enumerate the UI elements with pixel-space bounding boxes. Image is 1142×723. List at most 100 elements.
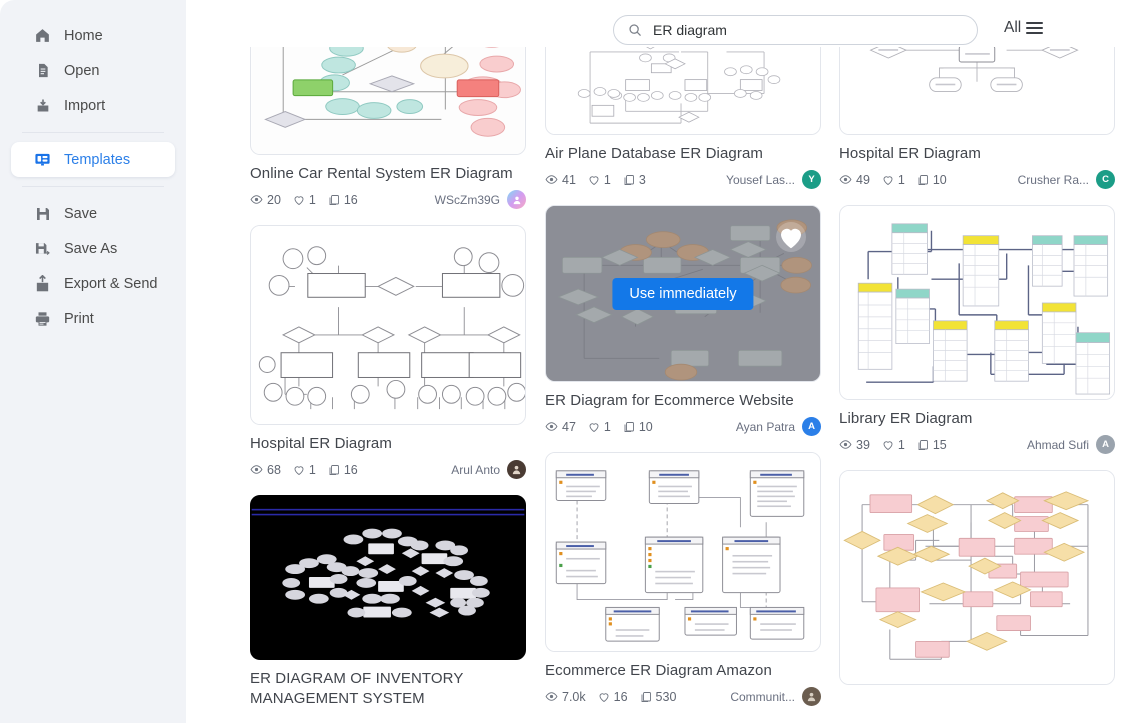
templates-icon [34,151,51,168]
hospital-er-light-thumb [251,226,525,424]
card-meta: 41 1 3 Yousef Las... Y [545,170,821,189]
views-count: 68 [267,462,281,477]
heart-outline-icon [589,422,599,432]
eye-icon [545,692,558,701]
use-immediately-button[interactable]: Use immediately [612,277,754,310]
copies-stat: 530 [640,690,676,704]
sidebar-item-label: Export & Send [64,275,158,292]
app-window: Home Open Import Templates Save Save As … [0,0,1142,723]
template-card[interactable]: Hospital ER Diagram 68 1 16 Arul Anto [250,225,526,479]
card-author: Yousef Las... [726,172,795,187]
library-schema-thumb [840,206,1114,399]
avatar: C [1096,170,1115,189]
save-as-icon [34,240,51,257]
inventory-dark-thumb [251,496,525,659]
card-meta: 47 1 10 Ayan Patra A [545,417,821,436]
copies-stat: 10 [917,173,947,187]
card-meta: 20 1 16 WScZm39G [250,190,526,209]
copy-icon [624,421,634,432]
template-card[interactable]: Ecommerce ER Diagram Amazon 7.0k 16 530 [545,452,821,706]
sidebar-divider-bottom [22,186,164,187]
hamburger-icon [1026,22,1044,34]
likes-stat: 1 [588,420,611,434]
template-card[interactable]: ER DIAGRAM OF INVENTORY MANAGEMENT SYSTE… [250,495,526,715]
avatar: Y [802,170,821,189]
card-meta: 49 1 10 Crusher Ra... C [839,170,1115,189]
views-count: 20 [267,192,281,207]
copy-icon [918,439,928,450]
card-title: Online Car Rental System ER Diagram [250,165,513,182]
likes-count: 1 [897,437,905,452]
search-bar[interactable] [613,15,978,45]
favorite-button[interactable] [776,222,806,252]
copies-count: 10 [638,419,653,434]
grid-column-3: Hospital ER Diagram 49 1 10 Crusher Ra..… [839,0,1115,701]
card-thumbnail[interactable] [839,205,1115,400]
sidebar-item-label: Save [64,205,98,222]
card-author: Arul Anto [451,462,500,477]
card-thumbnail[interactable]: Use immediately [545,205,821,382]
heart-outline-icon [883,440,893,450]
copies-count: 10 [932,172,947,187]
file-icon [34,62,51,79]
card-thumbnail[interactable] [545,452,821,652]
card-title: Library ER Diagram [839,410,973,427]
avatar: A [1096,435,1115,454]
copies-stat: 10 [623,420,653,434]
card-title: ER Diagram for Ecommerce Website [545,392,794,409]
copy-icon [918,174,928,185]
template-card[interactable]: Use immediately ER Diagram for Ecommerce… [545,205,821,436]
sidebar-item-label: Print [64,310,94,327]
card-thumbnail[interactable] [250,495,526,660]
hospital-pink-er-thumb [840,471,1114,684]
sidebar-item-templates[interactable]: Templates [11,142,175,177]
card-meta: 7.0k 16 530 Communit... [545,687,821,706]
user-icon [513,196,520,204]
sidebar-item-home[interactable]: Home [11,18,175,53]
export-icon [34,275,51,292]
likes-count: 1 [308,192,316,207]
card-author: Communit... [730,689,795,704]
print-icon [34,310,51,327]
template-grid[interactable]: Online Car Rental System ER Diagram 20 1… [186,0,1142,723]
grid-column-2: Air Plane Database ER Diagram 41 1 3 You… [545,0,821,722]
eye-icon [839,440,852,449]
views-stat: 47 [545,420,576,434]
likes-count: 16 [613,689,628,704]
sidebar-item-print[interactable]: Print [11,301,175,336]
card-meta: 68 1 16 Arul Anto [250,460,526,479]
sidebar-item-save[interactable]: Save [11,196,175,231]
user-icon [807,692,816,702]
card-title: Hospital ER Diagram [250,435,392,452]
card-thumbnail[interactable] [839,470,1115,685]
copies-stat: 3 [623,173,646,187]
sidebar-divider-top [22,132,164,133]
likes-stat: 1 [882,173,905,187]
sidebar-item-label: Import [64,97,106,114]
sidebar-item-save-as[interactable]: Save As [11,231,175,266]
card-author: Crusher Ra... [1017,172,1089,187]
views-stat: 39 [839,438,870,452]
heart-outline-icon [294,465,304,475]
template-card[interactable]: Library ER Diagram 39 1 15 Ahmad Sufi A [839,205,1115,454]
card-thumbnail[interactable] [250,225,526,425]
search-input[interactable] [651,21,963,39]
sidebar-item-import[interactable]: Import [11,88,175,123]
card-title: Ecommerce ER Diagram Amazon [545,662,772,679]
likes-stat: 1 [882,438,905,452]
eye-icon [545,175,558,184]
copies-stat: 16 [328,463,358,477]
copy-icon [641,691,651,702]
template-card[interactable] [839,470,1115,685]
avatar [507,190,526,209]
topbar: All [186,0,1142,47]
views-stat: 68 [250,463,281,477]
sidebar-item-export-send[interactable]: Export & Send [11,266,175,301]
likes-stat: 1 [293,463,316,477]
filter-all-button[interactable]: All [1004,19,1044,37]
views-count: 7.0k [562,689,586,704]
card-author: Ahmad Sufi [1026,437,1089,452]
sidebar-item-open[interactable]: Open [11,53,175,88]
save-icon [34,205,51,222]
card-meta: 39 1 15 Ahmad Sufi A [839,435,1115,454]
